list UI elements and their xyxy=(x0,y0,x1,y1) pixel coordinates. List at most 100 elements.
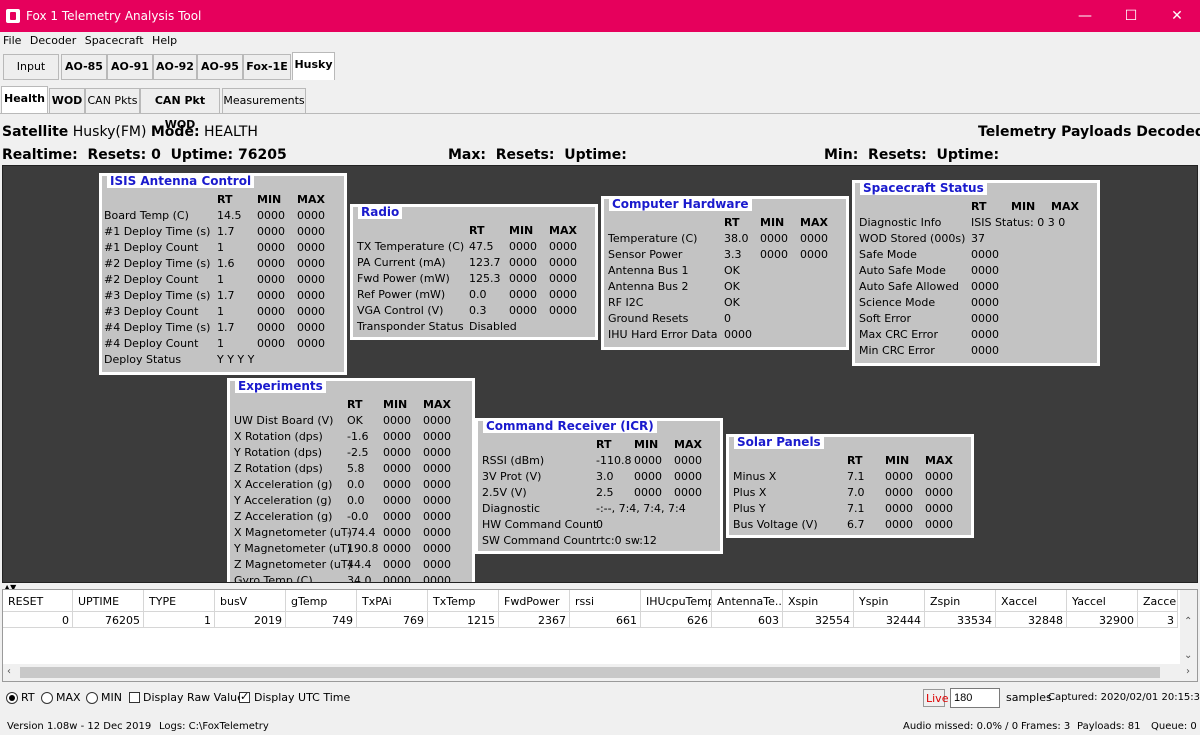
panel-body: RT MIN MAX UW Dist Board (V) OK 0000 0000 X Rot… xyxy=(230,397,472,582)
column-header[interactable]: rssi xyxy=(570,590,641,612)
row-max: 0000 xyxy=(423,430,451,443)
table-cell[interactable]: 32554 xyxy=(783,612,854,628)
table-cell[interactable]: 32848 xyxy=(996,612,1067,628)
computer-hardware-panel: Computer Hardware RT MIN MAX Temperature (C… xyxy=(601,196,849,350)
rt-label: RT xyxy=(21,691,35,704)
spacecraft-status-panel: Spacecraft Status RT MIN MAX Diagnostic Inf… xyxy=(852,180,1100,366)
column-header[interactable]: FwdPower xyxy=(499,590,570,612)
panel-row: Antenna Bus 1 OK xyxy=(604,263,846,279)
tab-ao-95[interactable]: AO-95 xyxy=(197,54,243,80)
table-cell[interactable]: 0 xyxy=(3,612,73,628)
column-header[interactable]: IHUcpuTemp xyxy=(641,590,712,612)
row-max: 0000 xyxy=(925,470,953,483)
scroll-right-icon[interactable]: › xyxy=(1186,666,1190,677)
tab-ao-91[interactable]: AO-91 xyxy=(107,54,153,80)
samples-input[interactable] xyxy=(950,688,1000,708)
row-max: 0000 xyxy=(549,272,577,285)
col-header-max: MAX xyxy=(549,224,577,237)
live-indicator[interactable]: Live xyxy=(923,689,948,707)
tab-health[interactable]: Health xyxy=(1,86,48,114)
column-header[interactable]: Zspin xyxy=(925,590,996,612)
table-cell[interactable]: 769 xyxy=(357,612,428,628)
row-min: 0000 xyxy=(383,430,411,443)
scroll-thumb[interactable] xyxy=(20,667,1160,678)
panel-column-headers: RT MIN MAX xyxy=(478,437,720,453)
panel-row: #2 Deploy Time (s) 1.6 0000 0000 xyxy=(102,256,344,272)
column-header[interactable]: AntennaTe... xyxy=(712,590,783,612)
panel-row: WOD Stored (000s) 37 xyxy=(855,231,1097,247)
panel-title: ISIS Antenna Control xyxy=(107,174,255,188)
row-min: 0000 xyxy=(509,288,537,301)
menu-spacecraft[interactable]: Spacecraft xyxy=(82,32,146,47)
row-min: 0000 xyxy=(885,470,913,483)
tab-can-pkt-wod[interactable]: CAN Pkt WOD xyxy=(140,88,220,131)
column-header[interactable]: gTemp xyxy=(286,590,357,612)
tab-fox-1e[interactable]: Fox-1E xyxy=(243,54,291,80)
menu-file[interactable]: File xyxy=(0,32,23,47)
panel-row: Safe Mode 0000 xyxy=(855,247,1097,263)
utc-time-checkbox[interactable] xyxy=(239,690,250,703)
menu-decoder[interactable]: Decoder xyxy=(27,32,78,47)
table-cell[interactable]: 1215 xyxy=(428,612,499,628)
column-header[interactable]: Zaccel xyxy=(1138,590,1178,612)
tab-ao-92[interactable]: AO-92 xyxy=(153,54,197,80)
tab-wod[interactable]: WOD xyxy=(49,88,85,114)
row-min: 0000 xyxy=(257,273,285,286)
panel-row: #1 Deploy Time (s) 1.7 0000 0000 xyxy=(102,224,344,240)
table-cell[interactable]: 32444 xyxy=(854,612,925,628)
panel-row: #1 Deploy Count 1 0000 0000 xyxy=(102,240,344,256)
column-header[interactable]: TxTemp xyxy=(428,590,499,612)
panel-row: Max CRC Error 0000 xyxy=(855,327,1097,343)
row-max: 0000 xyxy=(297,337,325,350)
panel-body: RT MIN MAX Diagnostic Info ISIS Status: 0 3 … xyxy=(855,199,1097,359)
column-header[interactable]: TxPAi xyxy=(357,590,428,612)
table-cell[interactable]: 32900 xyxy=(1067,612,1138,628)
maximize-button[interactable]: ☐ xyxy=(1108,0,1154,32)
row-rt: 1 xyxy=(217,241,224,254)
column-header[interactable]: UPTIME xyxy=(73,590,144,612)
scroll-left-icon[interactable]: ‹ xyxy=(7,666,11,677)
column-header[interactable]: Xaccel xyxy=(996,590,1067,612)
row-max: 0000 xyxy=(423,542,451,555)
table-cell[interactable]: 2019 xyxy=(215,612,286,628)
column-header[interactable]: Yaccel xyxy=(1067,590,1138,612)
row-rt: OK xyxy=(347,414,363,427)
tab-husky[interactable]: Husky xyxy=(292,52,335,80)
vertical-scrollbar[interactable]: ⌃ ⌄ xyxy=(1180,590,1197,666)
table-cell[interactable]: 626 xyxy=(641,612,712,628)
min-radio[interactable] xyxy=(86,692,98,704)
horizontal-scrollbar[interactable]: ‹ › xyxy=(3,664,1197,681)
row-label: #2 Deploy Time (s) xyxy=(104,257,211,270)
scroll-up-icon[interactable]: ⌃ xyxy=(1184,616,1192,627)
tab-ao-85[interactable]: AO-85 xyxy=(61,54,107,80)
tab-input[interactable]: Input xyxy=(3,54,59,80)
table-cell[interactable]: 603 xyxy=(712,612,783,628)
rt-radio[interactable] xyxy=(6,692,18,704)
table-cell[interactable]: 661 xyxy=(570,612,641,628)
column-header[interactable]: busV xyxy=(215,590,286,612)
raw-values-checkbox[interactable] xyxy=(129,692,140,703)
table-cell[interactable]: 76205 xyxy=(73,612,144,628)
table-cell[interactable]: 3 xyxy=(1138,612,1178,628)
minimize-button[interactable]: — xyxy=(1062,0,1108,32)
table-cell[interactable]: 749 xyxy=(286,612,357,628)
tab-can-pkts[interactable]: CAN Pkts xyxy=(85,88,140,114)
row-rt: 0.0 xyxy=(347,478,365,491)
col-header-rt: RT xyxy=(724,216,740,229)
row-min: 0000 xyxy=(509,304,537,317)
scroll-down-icon[interactable]: ⌄ xyxy=(1184,650,1192,661)
table-cell[interactable]: 1 xyxy=(144,612,215,628)
column-header[interactable]: RESET xyxy=(3,590,73,612)
table-cell[interactable]: 33534 xyxy=(925,612,996,628)
row-max: 0000 xyxy=(674,486,702,499)
column-header[interactable]: TYPE xyxy=(144,590,215,612)
col-header-min: MIN xyxy=(885,454,910,467)
menu-help[interactable]: Help xyxy=(149,32,179,47)
column-header[interactable]: Xspin xyxy=(783,590,854,612)
column-header[interactable]: Yspin xyxy=(854,590,925,612)
close-button[interactable]: ✕ xyxy=(1154,0,1200,32)
max-radio[interactable] xyxy=(41,692,53,704)
tab-measurements[interactable]: Measurements xyxy=(222,88,306,114)
row-rt: OK xyxy=(724,280,740,293)
table-cell[interactable]: 2367 xyxy=(499,612,570,628)
